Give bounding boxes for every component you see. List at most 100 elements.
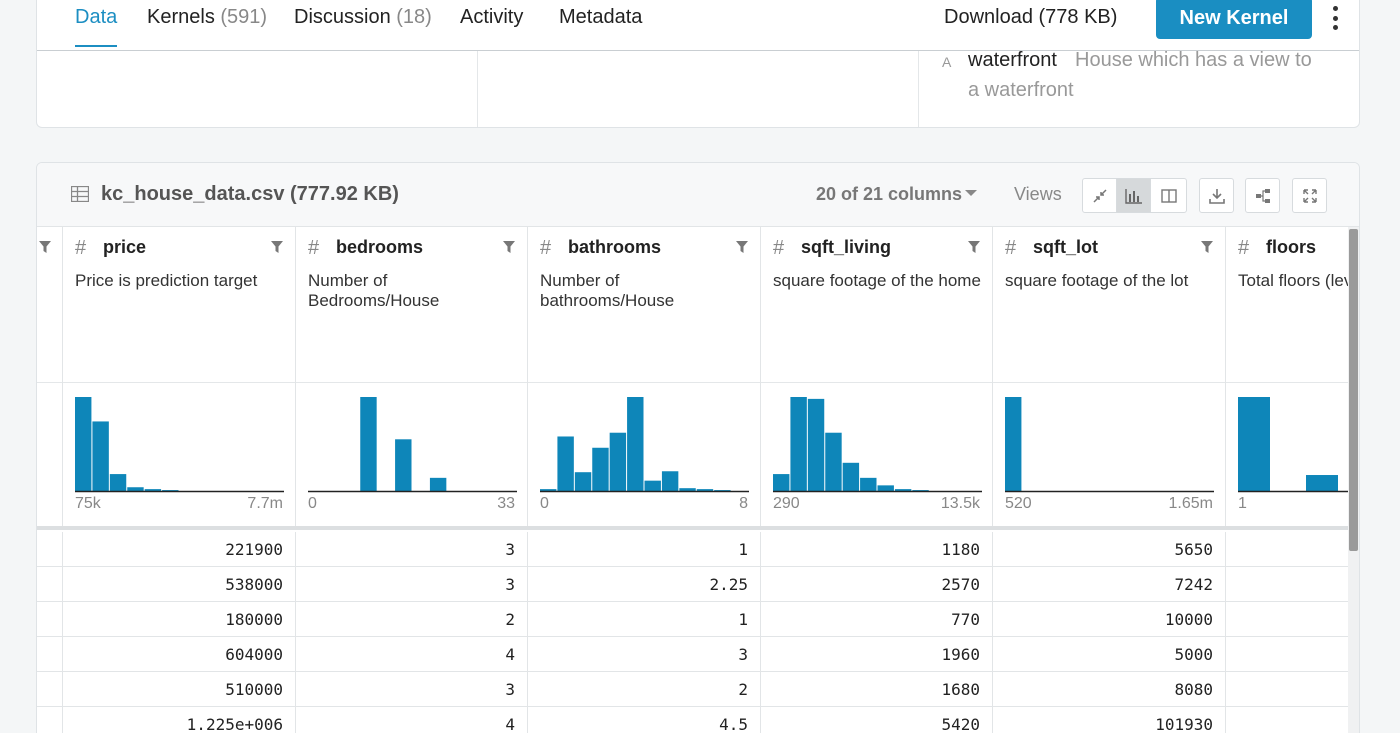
histogram-bar [807, 398, 825, 491]
waterfront-description-cont: a waterfront [968, 79, 1074, 101]
table-cell[interactable]: 1680 [761, 672, 993, 707]
table-row: 604000 4 3 1960 5000 [37, 637, 1349, 672]
column-header-price: # price Price is prediction target 75k 7.7m [63, 227, 296, 528]
filter-icon[interactable] [968, 241, 980, 253]
histogram-floors[interactable] [1238, 395, 1350, 493]
column-name[interactable]: sqft_living [801, 237, 891, 258]
tab-metadata[interactable]: Metadata [559, 5, 642, 47]
table-cell[interactable]: 1180 [761, 532, 993, 567]
table-cell[interactable]: 2 [528, 672, 761, 707]
table-cell[interactable]: 1.225e+006 [63, 707, 296, 733]
table-cell[interactable]: 221900 [63, 532, 296, 567]
table-cell[interactable]: 4 [296, 637, 528, 672]
histogram-bar [1306, 475, 1338, 491]
numeric-type-icon: # [1005, 237, 1017, 259]
table-cell[interactable]: 604000 [63, 637, 296, 672]
histogram-bathrooms[interactable] [540, 395, 749, 493]
header-divider [528, 382, 760, 383]
dataset-overview-card: Data Kernels (591) Discussion (18) Activ… [36, 0, 1360, 128]
table-cell[interactable]: 2570 [761, 567, 993, 602]
table-cell[interactable]: 4 [296, 707, 528, 733]
histogram-price[interactable] [75, 395, 284, 493]
tab-label: Metadata [559, 6, 643, 28]
column-view-button[interactable] [1116, 178, 1151, 213]
table-cell[interactable]: 101930 [993, 707, 1226, 733]
table-cell[interactable]: 3 [528, 637, 761, 672]
column-name[interactable]: price [103, 237, 146, 258]
table-cell[interactable] [1226, 637, 1349, 672]
table-cell [37, 672, 63, 707]
filter-icon[interactable] [271, 241, 283, 253]
column-description: square footage of the lot [1005, 271, 1189, 290]
tree-view-button[interactable] [1245, 178, 1280, 213]
column-name[interactable]: sqft_lot [1033, 237, 1098, 258]
split-view-button[interactable] [1150, 178, 1187, 213]
table-cell[interactable]: 3 [296, 567, 528, 602]
table-cell[interactable] [1226, 567, 1349, 602]
bar-chart-icon [1124, 188, 1142, 204]
table-cell[interactable]: 4.5 [528, 707, 761, 733]
table-cell[interactable]: 3 [296, 672, 528, 707]
numeric-type-icon: # [75, 237, 87, 259]
filter-icon[interactable] [503, 241, 515, 253]
table-cell[interactable] [1226, 602, 1349, 637]
tab-count: (18) [396, 6, 432, 28]
table-cell[interactable]: 5000 [993, 637, 1226, 672]
tab-kernels[interactable]: Kernels (591) [147, 5, 267, 47]
column-name[interactable]: floors [1266, 237, 1316, 258]
table-cell [37, 532, 63, 567]
filter-icon[interactable] [736, 241, 748, 253]
more-options-icon[interactable] [1327, 6, 1343, 30]
table-cell[interactable]: 7242 [993, 567, 1226, 602]
histogram-bar [842, 462, 860, 491]
filter-icon[interactable] [1201, 241, 1213, 253]
column-name[interactable]: bedrooms [336, 237, 423, 258]
column-description: Price is prediction target [75, 271, 258, 290]
tab-discussion[interactable]: Discussion (18) [294, 5, 432, 47]
histogram-sqft_living[interactable] [773, 395, 982, 493]
download-link[interactable]: Download (778 KB) [944, 5, 1117, 29]
table-cell [37, 602, 63, 637]
histogram-bar [790, 397, 807, 491]
column-header-sqft_living: # sqft_living square footage of the home 29… [761, 227, 993, 528]
tab-data[interactable]: Data [75, 5, 118, 47]
table-cell[interactable]: 510000 [63, 672, 296, 707]
histogram-min-label: 0 [540, 495, 549, 512]
table-row: 538000 3 2.25 2570 7242 [37, 567, 1349, 602]
table-cell[interactable] [1226, 672, 1349, 707]
histogram-bar [127, 487, 144, 491]
new-kernel-button[interactable]: New Kernel [1156, 0, 1312, 39]
table-cell[interactable]: 2 [296, 602, 528, 637]
compact-view-button[interactable] [1082, 178, 1117, 213]
histogram-bedrooms[interactable] [308, 395, 517, 493]
table-cell[interactable]: 1960 [761, 637, 993, 672]
expand-button[interactable] [1292, 178, 1327, 213]
histogram-bar [1005, 397, 1022, 491]
table-cell[interactable]: 1 [528, 602, 761, 637]
chevron-down-icon[interactable] [965, 190, 977, 196]
table-row: 1.225e+006 4 4.5 5420 101930 [37, 707, 1349, 733]
table-cell[interactable]: 770 [761, 602, 993, 637]
table-cell[interactable]: 1 [528, 532, 761, 567]
table-cell[interactable]: 8080 [993, 672, 1226, 707]
table-cell[interactable]: 5650 [993, 532, 1226, 567]
scrollbar-thumb[interactable] [1349, 229, 1358, 551]
histogram-bar [75, 397, 92, 491]
column-name[interactable]: bathrooms [568, 237, 661, 258]
column-divider [477, 51, 478, 127]
tab-activity[interactable]: Activity [460, 5, 523, 47]
columns-dropdown[interactable]: 20 of 21 columns [816, 184, 962, 205]
filter-icon[interactable] [39, 241, 51, 253]
table-cell[interactable]: 2.25 [528, 567, 761, 602]
table-cell[interactable]: 10000 [993, 602, 1226, 637]
histogram-sqft_lot[interactable] [1005, 395, 1214, 493]
column-header-floors: # floors Total floors (levels) in house 1 [1226, 227, 1350, 528]
download-file-button[interactable] [1199, 178, 1234, 213]
table-cell[interactable]: 180000 [63, 602, 296, 637]
column-description: Number of Bedrooms/House [308, 271, 440, 310]
table-cell[interactable] [1226, 707, 1349, 733]
table-cell[interactable]: 5420 [761, 707, 993, 733]
table-cell[interactable]: 538000 [63, 567, 296, 602]
table-cell[interactable]: 3 [296, 532, 528, 567]
table-cell[interactable] [1226, 532, 1349, 567]
